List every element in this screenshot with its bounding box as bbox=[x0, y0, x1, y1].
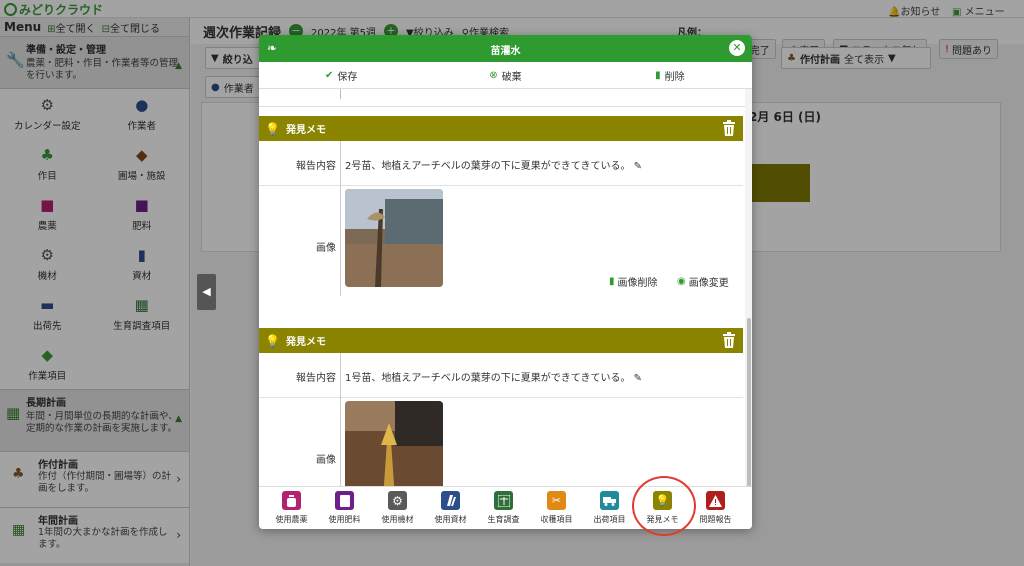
footer-equipment[interactable]: ⚙ 使用機材 bbox=[371, 491, 424, 525]
x-circle-icon: ⊗ bbox=[489, 69, 498, 81]
modal-body: 💡 発見メモ 報告内容 2号苗、地植えアーチベルの葉芽の下に夏果ができてきている… bbox=[259, 89, 745, 486]
image-delete-button[interactable]: ▮ 画像削除 bbox=[609, 274, 658, 289]
footer-fertilizer[interactable]: 使用肥料 bbox=[318, 491, 371, 525]
memo-card: 💡 発見メモ 報告内容 2号苗、地植えアーチベルの葉芽の下に夏果ができてきている… bbox=[259, 116, 743, 296]
report-label: 報告内容 bbox=[296, 373, 336, 384]
sidebar-toggle-button[interactable]: ◀ bbox=[197, 274, 216, 310]
memo-header: 💡 発見メモ bbox=[259, 328, 743, 353]
pesticide-icon bbox=[282, 491, 301, 510]
growth-survey-icon bbox=[494, 491, 513, 510]
fertilizer-icon bbox=[335, 491, 354, 510]
footer-problem-report[interactable]: 問題報告 bbox=[689, 491, 742, 525]
trash-icon[interactable] bbox=[722, 332, 736, 348]
edit-icon[interactable]: ✎ bbox=[634, 373, 642, 384]
image-label: 画像 bbox=[316, 243, 336, 254]
modal-actions: ✔ 保存 ⊗ 破棄 ▮ 削除 bbox=[259, 62, 752, 89]
report-label: 報告内容 bbox=[296, 161, 336, 172]
memo-photo[interactable] bbox=[345, 401, 443, 486]
save-button[interactable]: ✔ 保存 bbox=[259, 68, 423, 83]
report-row: 報告内容 1号苗、地植えアーチベルの葉芽の下に夏果ができてきている。 ✎ bbox=[259, 353, 743, 398]
trash-icon: ▮ bbox=[609, 276, 615, 287]
camera-icon: ◉ bbox=[677, 276, 686, 287]
bulb-icon: 💡 bbox=[265, 121, 280, 136]
task-modal: ❧ 苗灌水 ✕ ✔ 保存 ⊗ 破棄 ▮ 削除 💡 発見メモ 報告内容 2号苗、地植えア… bbox=[259, 35, 752, 529]
scrollbar-thumb[interactable] bbox=[747, 318, 751, 498]
image-row: 画像 bbox=[259, 398, 743, 486]
harvest-icon: ✂ bbox=[547, 491, 566, 510]
edit-icon[interactable]: ✎ bbox=[634, 161, 642, 172]
equipment-icon: ⚙ bbox=[388, 491, 407, 510]
delete-button[interactable]: ▮ 削除 bbox=[588, 68, 752, 83]
memo-photo[interactable] bbox=[345, 189, 443, 287]
report-text[interactable]: 1号苗、地植えアーチベルの葉芽の下に夏果ができてきている。 ✎ bbox=[345, 369, 642, 384]
footer-harvest[interactable]: ✂ 収穫項目 bbox=[530, 491, 583, 525]
close-icon[interactable]: ✕ bbox=[729, 40, 745, 56]
trash-icon: ▮ bbox=[655, 69, 661, 81]
trash-icon[interactable] bbox=[722, 120, 736, 136]
check-circle-icon: ✔ bbox=[324, 69, 334, 81]
footer-shipping[interactable]: 出荷項目 bbox=[583, 491, 636, 525]
image-change-button[interactable]: ◉ 画像変更 bbox=[677, 274, 729, 289]
image-label: 画像 bbox=[316, 455, 336, 466]
materials-icon bbox=[441, 491, 460, 510]
memo-card: 💡 発見メモ 報告内容 1号苗、地植えアーチベルの葉芽の下に夏果ができてきている… bbox=[259, 328, 743, 486]
report-row: 報告内容 2号苗、地植えアーチベルの葉芽の下に夏果ができてきている。 ✎ bbox=[259, 141, 743, 186]
highlight-circle bbox=[632, 476, 696, 536]
memo-header: 💡 発見メモ bbox=[259, 116, 743, 141]
modal-title: 苗灌水 bbox=[490, 46, 521, 57]
report-text[interactable]: 2号苗、地植えアーチベルの葉芽の下に夏果ができてきている。 ✎ bbox=[345, 157, 642, 172]
discard-button[interactable]: ⊗ 破棄 bbox=[423, 68, 587, 83]
warning-icon bbox=[706, 491, 725, 510]
image-row: 画像 bbox=[259, 186, 743, 296]
footer-materials[interactable]: 使用資材 bbox=[424, 491, 477, 525]
bulb-icon: 💡 bbox=[265, 333, 280, 348]
modal-header: ❧ 苗灌水 ✕ bbox=[259, 35, 752, 62]
shipping-icon bbox=[600, 491, 619, 510]
footer-pesticide[interactable]: 使用農薬 bbox=[265, 491, 318, 525]
footer-growth-survey[interactable]: 生育調査 bbox=[477, 491, 530, 525]
